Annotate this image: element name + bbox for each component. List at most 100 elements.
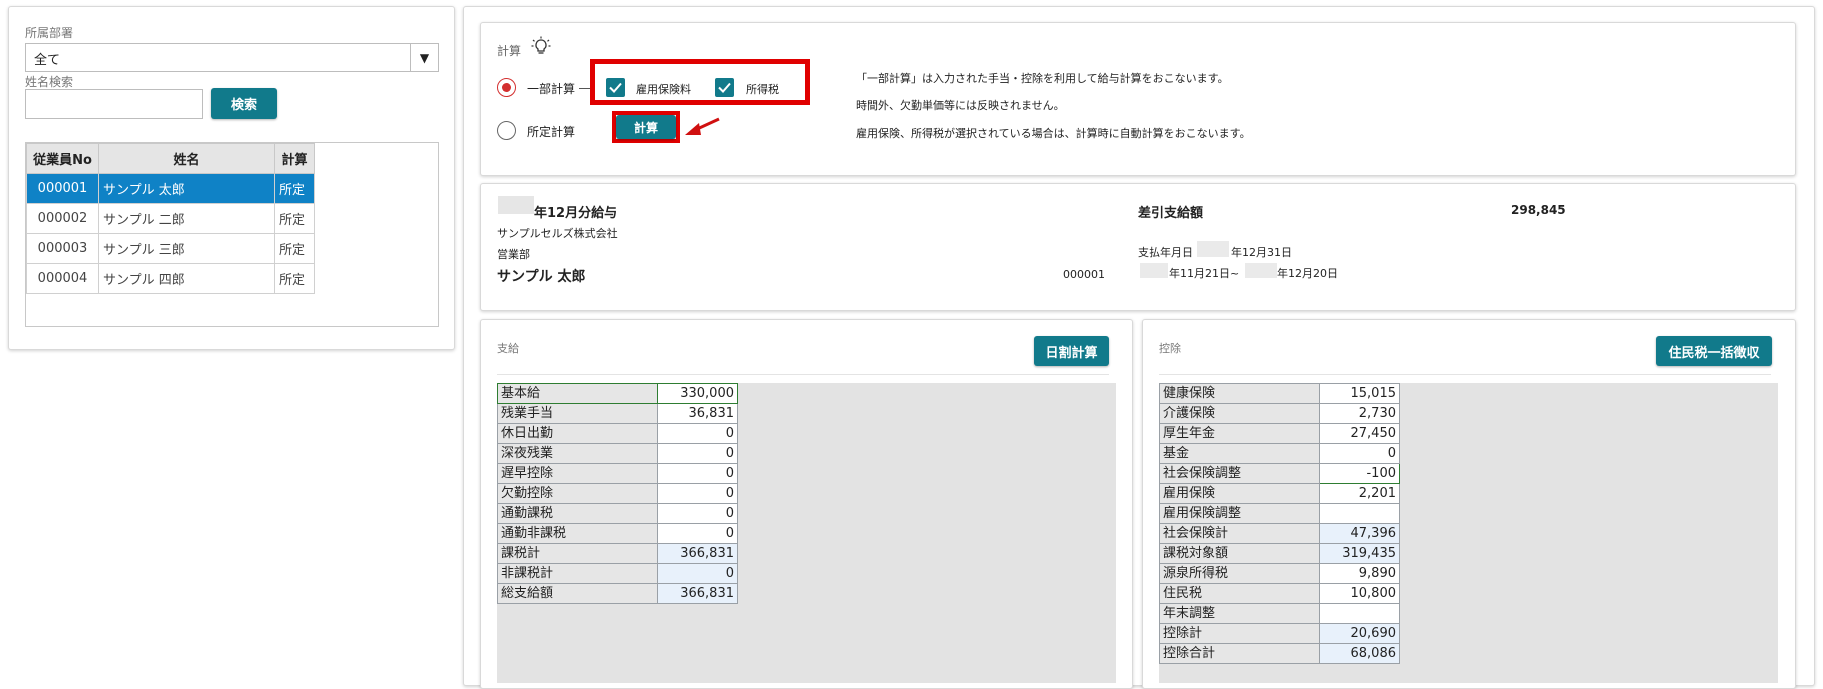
col-header-employee-no[interactable]: 従業員No — [26, 143, 99, 174]
table-row[interactable]: 000001 サンプル 太郎 所定 — [26, 173, 315, 204]
redacted-period-year-b — [1245, 263, 1277, 278]
table-row[interactable]: 000003 サンプル 三郎 所定 — [26, 233, 315, 264]
calc-description-1: 「一部計算」は入力された手当・控除を利用して給与計算をおこないます。 — [856, 72, 1229, 85]
deduction-label: 基金 — [1159, 443, 1320, 464]
standard-calc-radio[interactable] — [497, 121, 516, 140]
table-row: 控除合計 68,086 — [1159, 643, 1400, 664]
col-header-calc[interactable]: 計算 — [274, 143, 315, 174]
income-tax-label: 所得税 — [746, 83, 779, 96]
col-header-name[interactable]: 姓名 — [98, 143, 275, 174]
payments-title: 支給 — [497, 342, 519, 355]
employee-no-cell: 000002 — [26, 203, 99, 234]
pay-date-value: 年12月31日 — [1231, 246, 1292, 259]
net-pay-value: 298,845 — [1511, 203, 1566, 217]
payment-total-value: 0 — [657, 563, 738, 584]
payment-label: 深夜残業 — [497, 443, 658, 464]
deductions-table: 健康保険 15,015 介護保険 2,730 厚生年金 27,450 基金 0 社会保険… — [1159, 383, 1400, 664]
calc-type-cell: 所定 — [274, 233, 315, 264]
deduction-label: 年末調整 — [1159, 603, 1320, 624]
period-range-end: 年12月20日 — [1277, 267, 1338, 280]
deduction-label: 課税対象額 — [1159, 543, 1320, 564]
employment-insurance-checkbox[interactable] — [606, 78, 625, 97]
calc-description-2: 時間外、欠勤単価等には反映されません。 — [856, 99, 1065, 112]
payment-value-input[interactable]: 0 — [657, 443, 738, 464]
table-row: 総支給額 366,831 — [497, 583, 738, 604]
income-tax-checkbox[interactable] — [715, 78, 734, 97]
table-row: 住民税 10,800 — [1159, 583, 1400, 604]
table-row: 遅早控除 0 — [497, 463, 738, 484]
partial-calc-label: 一部計算 — [527, 82, 576, 96]
payment-value-input[interactable]: 0 — [657, 523, 738, 544]
calc-type-cell: 所定 — [274, 263, 315, 294]
payment-value-input[interactable]: 0 — [657, 503, 738, 524]
deduction-label: 厚生年金 — [1159, 423, 1320, 444]
chevron-down-icon[interactable]: ▼ — [410, 44, 438, 71]
employee-table: 従業員No 姓名 計算 000001 サンプル 太郎 所定 000002 サンプ… — [26, 143, 315, 294]
department-label: 所属部署 — [25, 26, 74, 40]
deduction-value-input[interactable]: 2,730 — [1319, 403, 1400, 424]
daily-proration-button[interactable]: 日割計算 — [1034, 336, 1109, 366]
deduction-label: 社会保険調整 — [1159, 463, 1320, 484]
employee-name-cell: サンプル 三郎 — [98, 233, 275, 264]
employee-number: 000001 — [1063, 268, 1105, 281]
payment-label: 基本給 — [497, 383, 658, 404]
department-select[interactable]: 全て ▼ — [25, 43, 439, 72]
deduction-label: 健康保険 — [1159, 383, 1320, 404]
employee-name-cell: サンプル 二郎 — [98, 203, 275, 234]
deduction-value-input[interactable]: 0 — [1319, 443, 1400, 464]
table-row: 雇用保険調整 — [1159, 503, 1400, 524]
deduction-value-input[interactable] — [1319, 503, 1400, 524]
deduction-value-input[interactable]: 10,800 — [1319, 583, 1400, 604]
search-button[interactable]: 検索 — [211, 88, 277, 119]
deduction-label: 介護保険 — [1159, 403, 1320, 424]
deduction-label: 控除計 — [1159, 623, 1320, 644]
payment-value-input[interactable]: 36,831 — [657, 403, 738, 424]
employment-insurance-label: 雇用保険料 — [636, 83, 691, 96]
table-row[interactable]: 000002 サンプル 二郎 所定 — [26, 203, 315, 234]
table-row: 社会保険調整 -100 — [1159, 463, 1400, 484]
employee-name: サンプル 太郎 — [497, 269, 586, 285]
name-search-input[interactable] — [25, 89, 203, 119]
calc-type-cell: 所定 — [274, 203, 315, 234]
resident-tax-lump-sum-button[interactable]: 住民税一括徴収 — [1656, 336, 1772, 366]
payment-total-value: 366,831 — [657, 543, 738, 564]
payment-label: 課税計 — [497, 543, 658, 564]
deduction-value-input[interactable]: 2,201 — [1319, 483, 1400, 504]
table-row[interactable]: 000004 サンプル 四郎 所定 — [26, 263, 315, 294]
table-row: 控除計 20,690 — [1159, 623, 1400, 644]
payment-value-input[interactable]: 0 — [657, 423, 738, 444]
deduction-value-input[interactable]: 27,450 — [1319, 423, 1400, 444]
payment-value-input[interactable]: 330,000 — [657, 383, 738, 404]
payment-value-input[interactable]: 0 — [657, 483, 738, 504]
employee-filter-panel: 所属部署 全て ▼ 姓名検索 検索 従業員No 姓名 計算 000001 サンプ… — [8, 6, 455, 350]
payment-value-input[interactable]: 0 — [657, 463, 738, 484]
redacted-year — [498, 196, 534, 214]
payment-label: 休日出勤 — [497, 423, 658, 444]
deduction-label: 雇用保険 — [1159, 483, 1320, 504]
employee-no-cell: 000004 — [26, 263, 99, 294]
deduction-value-input[interactable]: 15,015 — [1319, 383, 1400, 404]
payments-divider — [497, 374, 1109, 375]
payments-table: 基本給 330,000 残業手当 36,831 休日出勤 0 深夜残業 0 遅早控除 0 … — [497, 383, 738, 604]
calc-panel: 計算 一部計算 所定計算 雇用保険料 所得税 計算 「一部計算」は入力された手当… — [480, 22, 1796, 176]
deduction-value-input[interactable]: -100 — [1319, 463, 1400, 484]
red-arrow-icon — [683, 115, 723, 143]
employee-name-cell: サンプル 太郎 — [98, 173, 275, 204]
payment-label: 通勤非課税 — [497, 523, 658, 544]
deduction-label: 社会保険計 — [1159, 523, 1320, 544]
table-row: 厚生年金 27,450 — [1159, 423, 1400, 444]
table-row: 年末調整 — [1159, 603, 1400, 624]
table-row: 課税計 366,831 — [497, 543, 738, 564]
deduction-label: 控除合計 — [1159, 643, 1320, 664]
payslip-summary-panel: 年12月分給与 サンプルセルズ株式会社 営業部 サンプル 太郎 000001 差… — [480, 183, 1796, 311]
deduction-total-value: 68,086 — [1319, 643, 1400, 664]
table-row: 残業手当 36,831 — [497, 403, 738, 424]
employee-no-cell: 000001 — [26, 173, 99, 204]
deduction-label: 源泉所得税 — [1159, 563, 1320, 584]
table-row: 欠勤控除 0 — [497, 483, 738, 504]
deduction-value-input[interactable]: 9,890 — [1319, 563, 1400, 584]
deduction-value-input[interactable] — [1319, 603, 1400, 624]
partial-calc-radio[interactable] — [497, 78, 516, 97]
table-row: 基本給 330,000 — [497, 383, 738, 404]
calc-button[interactable]: 計算 — [616, 115, 676, 139]
